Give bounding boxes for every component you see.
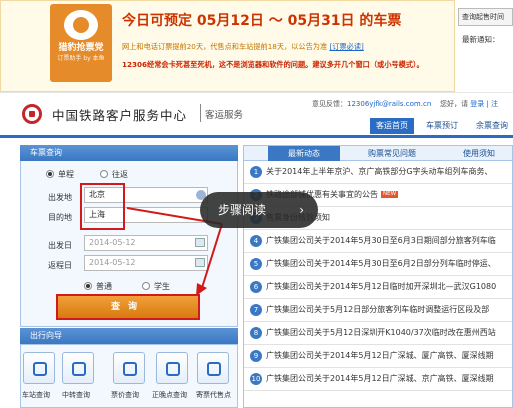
site-subtitle: 客运服务: [205, 110, 244, 121]
transfer-query-button[interactable]: [62, 352, 94, 384]
feedback-info: 意见反馈：12306yjfk@rails.com.cn: [312, 99, 431, 109]
news-number: 8: [250, 327, 262, 339]
liebao-logo[interactable]: 猎豹抢票党 订票助手 by 本鱼: [50, 4, 112, 82]
single-trip-radio[interactable]: [46, 170, 54, 178]
logo-subtitle: 订票助手 by 本鱼: [57, 55, 105, 62]
ticket-normal-label: 普通: [96, 282, 112, 291]
news-number: 4: [250, 235, 262, 247]
sale-time-query-button[interactable]: 查询起售时间: [458, 8, 513, 26]
railway-logo-icon[interactable]: [22, 104, 42, 124]
news-title: 广铁集团公司关于2014年5月12日广深城、厦广高铁、厦深线期: [266, 351, 494, 360]
round-trip-label: 往返: [112, 170, 128, 179]
guide-label-delay: 正晚点查询: [152, 391, 187, 399]
news-item[interactable]: 7 广铁集团公司关于5月12日部分旅客列车临时调整运行区段及部: [244, 299, 512, 322]
station-icon: [33, 362, 47, 376]
news-item[interactable]: 9 广铁集团公司关于2014年5月12日广深城、厦广高铁、厦深线期: [244, 345, 512, 368]
login-link[interactable]: 登录: [470, 100, 484, 108]
news-number: 1: [250, 166, 262, 178]
search-highlight-box: [56, 294, 200, 320]
to-label: 目的地: [48, 213, 72, 222]
tab-usage-notes[interactable]: 使用须知: [444, 146, 513, 161]
news-item[interactable]: 5 广铁集团公司关于2014年5月30日至6月2日部分列车临时停运、: [244, 253, 512, 276]
agency-icon: [207, 362, 221, 376]
news-item[interactable]: 8 广铁集团公司关于5月12日深圳开K1040/37次临时改在惠州西站: [244, 322, 512, 345]
main-nav: 客运首页 车票预订 余票查询: [370, 118, 513, 134]
news-title: 广铁集团公司关于5月12日部分旅客列车临时调整运行区段及部: [266, 305, 490, 314]
return-calendar-icon[interactable]: [195, 258, 205, 267]
news-number: 7: [250, 304, 262, 316]
clock-icon: [166, 362, 180, 376]
station-highlight-box: [80, 183, 125, 230]
new-badge: NEW: [381, 191, 399, 198]
tab-faq[interactable]: 购票常见问题: [352, 146, 432, 161]
step-reading-button[interactable]: 步骤阅读 ›: [200, 192, 318, 228]
news-title: 广铁集团公司关于5月12日深圳开K1040/37次临时改在惠州西站: [266, 328, 496, 337]
delay-query-button[interactable]: [156, 352, 188, 384]
transfer-icon: [72, 362, 86, 376]
single-trip-label: 单程: [58, 170, 74, 179]
booking-window-title: 今日可预定 05月12日 ～ 05月31日 的车票: [122, 13, 402, 29]
news-number: 10: [250, 373, 262, 385]
news-title: 广铁集团公司关于2014年5月30日至6月2日部分列车临时停运、: [266, 259, 496, 268]
return-date-input[interactable]: 2014-05-12: [84, 255, 208, 271]
news-item[interactable]: 6 广铁集团公司关于2014年5月12日临时加开深圳北—武汉G1080: [244, 276, 512, 299]
fare-query-button[interactable]: [113, 352, 145, 384]
tab-latest-news[interactable]: 最新动态: [268, 146, 340, 161]
title-separator: [200, 104, 201, 122]
round-trip-radio[interactable]: [100, 170, 108, 178]
login-greeting: 您好，请 登录 | 注: [440, 100, 499, 108]
guide-label-agency: 寄票代售点: [196, 391, 231, 399]
guide-label-transfer: 中转查询: [62, 391, 90, 399]
news-item[interactable]: 10 广铁集团公司关于2014年5月12日广深城、京广高铁、厦深线期: [244, 368, 512, 391]
news-title: 广铁集团公司关于2014年5月30日至6月3日期间部分旅客列车临: [266, 236, 496, 245]
news-number: 6: [250, 281, 262, 293]
ticket-normal-radio[interactable]: [84, 282, 92, 290]
booking-rule-text: 网上和电话订票提前20天，代售点和车站提前18天，以公告为准 [订票必读]: [122, 42, 364, 52]
feedback-email-link[interactable]: 12306yjfk@rails.com.cn: [347, 100, 431, 108]
ticket-query-title: 车票查询: [20, 145, 238, 161]
guide-label-fare: 票价查询: [111, 391, 139, 399]
logo-title: 猎豹抢票党: [58, 43, 104, 53]
station-query-button[interactable]: [23, 352, 55, 384]
step-reading-label: 步骤阅读: [218, 203, 267, 217]
fare-icon: [123, 362, 137, 376]
register-link[interactable]: 注: [491, 100, 498, 108]
server-warning-text: 12306经常会卡死甚至死机，这不是浏览器和软件的问题。建议多开几个窗口（或小号…: [122, 60, 424, 69]
depart-date-input[interactable]: 2014-05-12: [84, 235, 208, 251]
depart-date-label: 出发日: [48, 241, 72, 250]
feedback-label: 意见反馈：: [312, 100, 347, 108]
nav-tab-remaining-tickets[interactable]: 余票查询: [470, 118, 513, 134]
ticket-student-label: 学生: [154, 282, 170, 291]
greeting-text: 您好，请: [440, 100, 468, 108]
news-number: 5: [250, 258, 262, 270]
nav-tab-home[interactable]: 客运首页: [370, 118, 414, 134]
header-divider: [0, 92, 513, 93]
news-item[interactable]: 1 关于2014年上半年京沪、京广高铁部分G字头动车组列车商务、: [244, 161, 512, 184]
news-tabs: 最新动态 购票常见问题 使用须知: [243, 145, 513, 161]
travel-guide-title: 出行向导: [20, 328, 238, 344]
agency-button[interactable]: [197, 352, 229, 384]
latest-notice-label: 最新通知：: [462, 35, 500, 44]
news-item[interactable]: 4 广铁集团公司关于2014年5月30日至6月3日期间部分旅客列车临: [244, 230, 512, 253]
depart-calendar-icon[interactable]: [195, 238, 205, 247]
site-name[interactable]: 中国铁路客户服务中心: [52, 105, 187, 124]
news-title: 广铁集团公司关于2014年5月12日广深城、京广高铁、厦深线期: [266, 374, 494, 383]
nav-underline: [0, 135, 513, 138]
cheetah-icon: [64, 10, 98, 40]
news-title: 广铁集团公司关于2014年5月12日临时加开深圳北—武汉G1080: [266, 282, 497, 291]
from-label: 出发地: [48, 193, 72, 202]
news-number: 9: [250, 350, 262, 362]
booking-rule-body: 网上和电话订票提前20天，代售点和车站提前18天，以公告为准: [122, 42, 330, 51]
guide-label-station: 车站查询: [22, 391, 50, 399]
ticket-student-radio[interactable]: [142, 282, 150, 290]
chevron-right-icon: ›: [299, 203, 304, 217]
must-read-link[interactable]: [订票必读]: [329, 42, 363, 51]
return-date-label: 返程日: [48, 261, 72, 270]
nav-tab-booking[interactable]: 车票预订: [420, 118, 464, 134]
news-title: 关于2014年上半年京沪、京广高铁部分G字头动车组列车商务、: [266, 167, 493, 176]
